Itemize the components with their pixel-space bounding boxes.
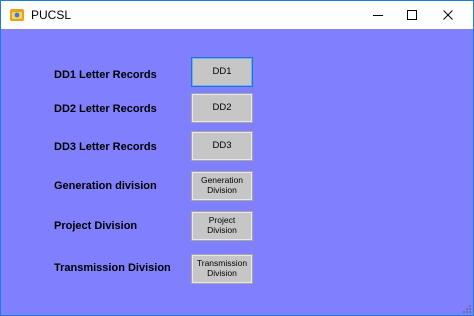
transmission-division-button[interactable]: Transmission Division: [191, 254, 253, 284]
close-icon: [443, 10, 453, 20]
project-division-label: Project Division: [54, 220, 138, 232]
project-division-button[interactable]: Project Division: [191, 211, 253, 241]
dd1-letter-records-label: DD1 Letter Records: [54, 69, 157, 81]
window-title: PUCSL: [31, 8, 72, 22]
dd1-button[interactable]: DD1: [191, 57, 253, 87]
dd2-button[interactable]: DD2: [191, 93, 253, 123]
maximize-button[interactable]: [395, 1, 429, 29]
pucsl-app-icon: [10, 9, 24, 21]
dd3-button[interactable]: DD3: [191, 131, 253, 161]
dd3-letter-records-label: DD3 Letter Records: [54, 141, 157, 153]
close-button[interactable]: [431, 1, 465, 29]
resize-grip-icon[interactable]: [462, 304, 472, 314]
title-bar[interactable]: PUCSL: [1, 1, 473, 29]
generation-division-label: Generation division: [54, 180, 157, 192]
transmission-division-label: Transmission Division: [54, 262, 171, 274]
minimize-button[interactable]: [361, 1, 395, 29]
dd2-letter-records-label: DD2 Letter Records: [54, 103, 157, 115]
app-window: PUCSL DD1 Letter Records DD1 DD2 Letter …: [0, 0, 474, 316]
form-client-area: DD1 Letter Records DD1 DD2 Letter Record…: [1, 29, 473, 315]
minimize-icon: [373, 15, 383, 16]
generation-division-button[interactable]: Generation Division: [191, 171, 253, 201]
maximize-icon: [407, 10, 417, 20]
